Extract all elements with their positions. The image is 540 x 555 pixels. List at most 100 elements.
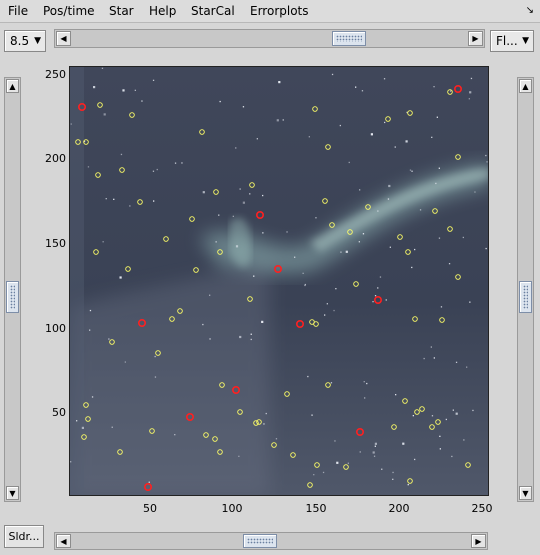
star-point: [374, 445, 376, 447]
star-point: [366, 382, 368, 385]
star-point: [363, 381, 365, 383]
star-point: [419, 209, 422, 211]
star-point: [202, 323, 204, 326]
star-point: [414, 248, 416, 251]
menu-bar: File Pos/time Star Help StarCal Errorplo…: [0, 0, 540, 23]
star-point: [474, 191, 476, 193]
chevron-down-icon: ▼: [34, 36, 41, 46]
scroll-left-icon[interactable]: ◀: [56, 31, 71, 46]
star-point: [334, 440, 336, 442]
star-point: [111, 426, 113, 428]
y-tick-label: 100: [45, 322, 66, 335]
star-point: [262, 232, 264, 234]
star-point: [430, 346, 432, 348]
left-slider[interactable]: ▲ ▼: [4, 77, 21, 502]
star-point: [253, 275, 255, 277]
star-point: [209, 338, 211, 340]
star-point: [374, 295, 377, 297]
scroll-down-icon[interactable]: ▼: [6, 486, 19, 500]
star-point: [463, 439, 465, 441]
star-point: [377, 287, 379, 289]
menu-star[interactable]: Star: [109, 4, 134, 18]
bottom-slider[interactable]: ◀ ▶: [54, 532, 488, 550]
star-point: [455, 412, 458, 415]
star-point: [235, 245, 239, 248]
star-point: [445, 418, 447, 421]
chevron-down-icon: ▼: [522, 36, 529, 46]
star-point: [394, 146, 396, 148]
right-slider[interactable]: ▲ ▼: [517, 77, 534, 502]
star-point: [218, 214, 220, 216]
filter-select[interactable]: Fl... ▼: [490, 30, 534, 52]
menu-errorplots[interactable]: Errorplots: [250, 4, 309, 18]
scroll-left-icon[interactable]: ◀: [56, 534, 71, 548]
star-point: [152, 170, 155, 172]
star-point: [174, 162, 177, 164]
right-slider-thumb[interactable]: [519, 280, 532, 313]
star-point: [275, 438, 278, 440]
star-point: [440, 306, 443, 308]
star-point: [276, 119, 279, 122]
star-point: [462, 236, 464, 239]
star-point: [385, 299, 387, 301]
x-tick-label: 150: [305, 502, 327, 515]
star-point: [388, 184, 391, 188]
scroll-up-icon[interactable]: ▲: [6, 79, 19, 93]
scroll-down-icon[interactable]: ▼: [519, 486, 532, 500]
scroll-right-icon[interactable]: ▶: [468, 31, 483, 46]
star-point: [435, 182, 437, 185]
star-point: [120, 153, 123, 156]
star-point: [326, 303, 328, 305]
star-point: [331, 73, 334, 76]
left-slider-thumb[interactable]: [6, 280, 19, 313]
star-point: [485, 154, 487, 157]
x-tick-label: 100: [221, 502, 243, 515]
star-point: [433, 86, 435, 88]
star-field-image[interactable]: [69, 66, 489, 496]
star-point: [304, 283, 306, 286]
top-slider-thumb[interactable]: [331, 31, 366, 46]
star-point: [181, 162, 183, 164]
star-point: [89, 329, 91, 331]
star-point: [405, 140, 408, 143]
menu-file[interactable]: File: [8, 4, 28, 18]
star-point: [324, 314, 326, 316]
y-tick-label: 50: [52, 406, 66, 419]
sldr-button[interactable]: Sldr...: [4, 525, 44, 548]
star-point: [438, 237, 441, 239]
star-point: [407, 484, 409, 486]
scroll-right-icon[interactable]: ▶: [471, 534, 486, 548]
star-point: [372, 301, 374, 303]
star-point: [129, 205, 131, 207]
star-point: [412, 415, 414, 417]
star-point: [105, 198, 107, 200]
bottom-slider-thumb[interactable]: [243, 534, 278, 548]
menu-pos-time[interactable]: Pos/time: [43, 4, 95, 18]
star-point: [423, 357, 425, 360]
magnitude-select[interactable]: 8.5 ▼: [4, 30, 46, 52]
scroll-up-icon[interactable]: ▲: [519, 79, 532, 93]
star-point: [451, 455, 453, 458]
star-point: [141, 100, 143, 102]
menu-starcal[interactable]: StarCal: [191, 4, 235, 18]
star-point: [202, 191, 205, 194]
star-point: [469, 91, 472, 94]
star-point: [256, 138, 258, 140]
star-point: [452, 409, 454, 411]
star-point: [392, 471, 394, 474]
star-point: [340, 251, 342, 253]
star-point: [81, 426, 84, 429]
restore-icon[interactable]: ↘: [526, 5, 534, 16]
star-point: [103, 113, 106, 116]
star-point: [238, 455, 240, 457]
star-point: [278, 81, 281, 84]
star-point: [124, 361, 126, 363]
star-point: [383, 78, 386, 80]
star-point: [249, 193, 251, 195]
star-point: [362, 233, 365, 235]
menu-help[interactable]: Help: [149, 4, 176, 18]
star-point: [89, 309, 92, 312]
star-point: [389, 246, 391, 248]
top-slider[interactable]: ◀ ▶: [54, 29, 485, 48]
star-point: [70, 461, 72, 463]
